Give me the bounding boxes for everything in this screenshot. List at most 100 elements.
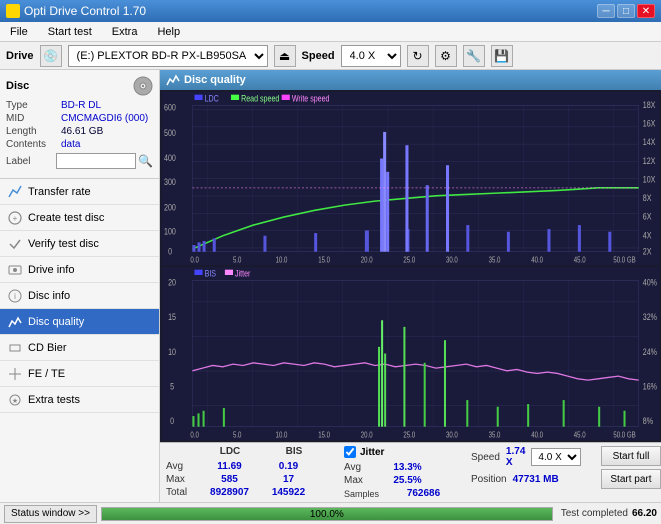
nav-extra-tests[interactable]: ★ Extra tests [0, 387, 159, 413]
disc-label-key: Label [6, 156, 56, 167]
drive-info-icon [8, 263, 22, 277]
svg-text:LDC: LDC [205, 93, 219, 103]
menu-file[interactable]: File [4, 24, 34, 40]
status-text: Test completed [561, 508, 628, 519]
svg-text:35.0: 35.0 [489, 431, 501, 440]
disc-length-key: Length [6, 126, 61, 137]
jitter-max-label: Max [344, 475, 376, 486]
sidebar: Disc Type BD-R DL MID CMCMAGDI6 (000) L [0, 70, 160, 502]
minimize-btn[interactable]: ─ [597, 4, 615, 18]
disc-type-val: BD-R DL [61, 100, 101, 111]
svg-text:45.0: 45.0 [574, 431, 586, 440]
start-full-btn[interactable]: Start full [601, 446, 660, 466]
svg-text:12X: 12X [643, 156, 656, 166]
max-ldc: 585 [202, 474, 257, 485]
action-buttons: Start full Start part [601, 446, 660, 489]
dq-title: Disc quality [184, 74, 246, 86]
label-input[interactable] [56, 153, 136, 169]
svg-text:10.0: 10.0 [276, 256, 288, 265]
svg-text:40%: 40% [643, 278, 658, 288]
ldc-header: LDC [200, 446, 260, 457]
disc-contents-val: data [61, 139, 80, 150]
status-value: 66.20 [632, 508, 657, 519]
svg-text:40.0: 40.0 [531, 256, 543, 265]
total-ldc: 8928907 [202, 487, 257, 498]
svg-text:40.0: 40.0 [531, 431, 543, 440]
chart2-svg: BIS Jitter 20 15 10 5 0 40% 32% 24% 16% … [162, 267, 659, 440]
settings-btn1[interactable]: ⚙ [435, 45, 457, 67]
disc-type-key: Type [6, 100, 61, 111]
speed-stat-select[interactable]: 4.0 X [531, 448, 581, 466]
svg-text:32%: 32% [643, 312, 658, 322]
menu-help[interactable]: Help [151, 24, 186, 40]
speed-select[interactable]: 4.0 X [341, 45, 401, 67]
extra-tests-icon: ★ [8, 393, 22, 407]
svg-text:Write speed: Write speed [292, 93, 330, 103]
disc-mid-val: CMCMAGDI6 (000) [61, 113, 148, 124]
refresh-btn[interactable]: ↻ [407, 45, 429, 67]
start-part-btn[interactable]: Start part [601, 469, 660, 489]
menu-start-test[interactable]: Start test [42, 24, 98, 40]
total-label: Total [166, 487, 198, 498]
jitter-max: 25.5% [380, 475, 435, 486]
svg-text:50.0 GB: 50.0 GB [613, 256, 636, 265]
disc-icon [133, 76, 153, 96]
svg-text:500: 500 [164, 128, 176, 138]
fe-te-icon [8, 367, 22, 381]
nav-transfer-rate[interactable]: Transfer rate [0, 179, 159, 205]
label-search-icon[interactable]: 🔍 [138, 154, 153, 168]
svg-text:25.0: 25.0 [403, 256, 415, 265]
svg-text:8%: 8% [643, 416, 654, 426]
disc-length-val: 46.61 GB [61, 126, 103, 137]
drive-label: Drive [6, 50, 34, 62]
close-btn[interactable]: ✕ [637, 4, 655, 18]
transfer-rate-icon [8, 185, 22, 199]
avg-label: Avg [166, 461, 198, 472]
chart1-wrapper: LDC Read speed Write speed 600 500 400 3… [162, 92, 659, 265]
svg-text:★: ★ [12, 397, 18, 405]
speed-stat-value: 1.74 X [506, 446, 525, 468]
stats-panel: LDC BIS Avg 11.69 0.19 Max 585 17 Total … [160, 442, 661, 502]
position-value: 47731 MB [513, 474, 559, 485]
disc-contents-key: Contents [6, 139, 61, 150]
progress-text: 100.0% [102, 509, 552, 520]
svg-text:i: i [14, 292, 16, 301]
nav-verify-test-disc[interactable]: Verify test disc [0, 231, 159, 257]
svg-text:15: 15 [168, 312, 176, 322]
disc-quality-icon [8, 315, 22, 329]
svg-text:600: 600 [164, 103, 176, 113]
maximize-btn[interactable]: □ [617, 4, 635, 18]
disc-quality-header: Disc quality [160, 70, 661, 90]
status-window-btn[interactable]: Status window >> [4, 505, 97, 523]
progress-bar: 100.0% [101, 507, 553, 521]
disc-info-icon: i [8, 289, 22, 303]
nav-cd-bier[interactable]: CD Bier [0, 335, 159, 361]
speed-position-stats: Speed 1.74 X 4.0 X Position 47731 MB [471, 446, 581, 485]
svg-text:0: 0 [170, 416, 174, 426]
eject-btn[interactable]: ⏏ [274, 45, 296, 67]
max-label: Max [166, 474, 198, 485]
save-btn[interactable]: 💾 [491, 45, 513, 67]
drive-bar: Drive 💿 (E:) PLEXTOR BD-R PX-LB950SA 1.0… [0, 42, 661, 70]
jitter-checkbox[interactable] [344, 446, 356, 458]
settings-btn2[interactable]: 🔧 [463, 45, 485, 67]
nav-disc-quality[interactable]: Disc quality [0, 309, 159, 335]
nav-disc-info[interactable]: i Disc info [0, 283, 159, 309]
disc-panel-title: Disc [6, 80, 29, 92]
menu-extra[interactable]: Extra [106, 24, 144, 40]
svg-text:14X: 14X [643, 137, 656, 147]
svg-text:8X: 8X [643, 193, 652, 203]
nav-fe-te[interactable]: FE / TE [0, 361, 159, 387]
svg-text:35.0: 35.0 [489, 256, 501, 265]
drive-select[interactable]: (E:) PLEXTOR BD-R PX-LB950SA 1.06 [68, 45, 268, 67]
svg-text:BIS: BIS [205, 268, 217, 278]
ldc-bis-stats: LDC BIS Avg 11.69 0.19 Max 585 17 Total … [166, 446, 324, 498]
nav-create-test-disc[interactable]: + Create test disc [0, 205, 159, 231]
nav-drive-info[interactable]: Drive info [0, 257, 159, 283]
svg-text:45.0: 45.0 [574, 256, 586, 265]
samples-label: Samples [344, 489, 392, 499]
svg-text:0.0: 0.0 [190, 431, 198, 440]
drive-icon-btn[interactable]: 💿 [40, 45, 62, 67]
max-bis: 17 [261, 474, 316, 485]
chart1-svg: LDC Read speed Write speed 600 500 400 3… [162, 92, 659, 265]
